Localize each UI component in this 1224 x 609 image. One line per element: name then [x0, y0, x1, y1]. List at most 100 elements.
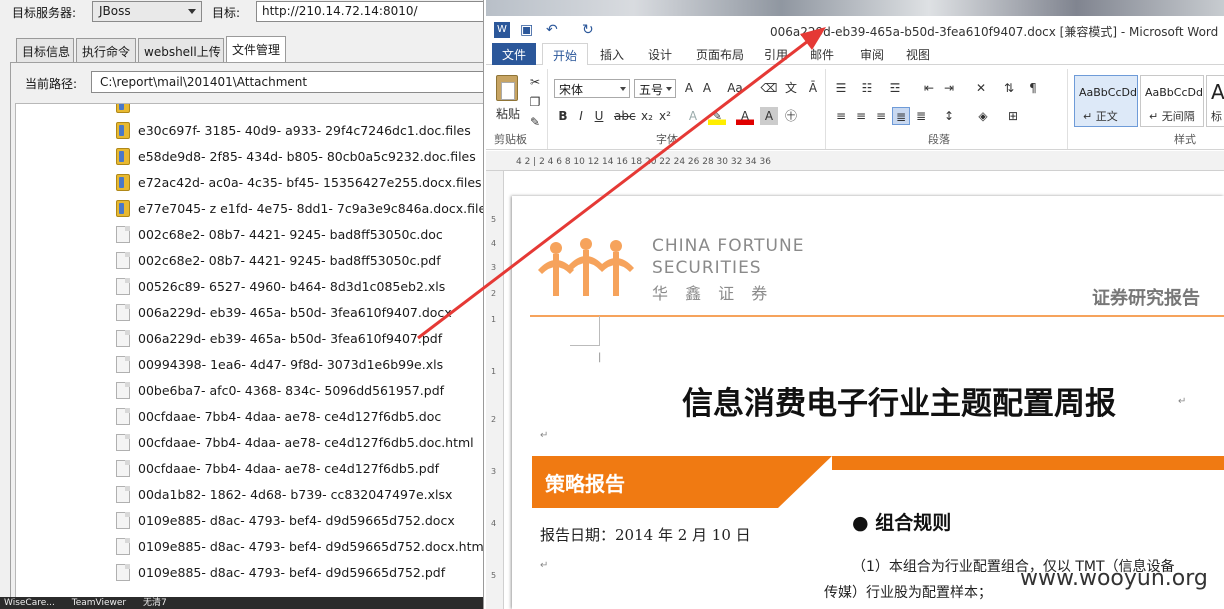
tab-file-manager[interactable]: 文件管理: [226, 36, 286, 62]
file-list-row[interactable]: 00be6ba7- afc0- 4368- 834c- 5096dd561957…: [16, 378, 483, 404]
file-list-row[interactable]: 0109e885- d8ac- 4793- bef4- d9d59665d752…: [16, 534, 483, 560]
file-list-row[interactable]: 002c68e2- 08b7- 4421- 9245- bad8ff53050c…: [16, 248, 483, 274]
file-list-row[interactable]: e72ac42d- ac0a- 4c35- bf45- 15356427e255…: [16, 170, 483, 196]
style-normal[interactable]: AaBbCcDd ↵ 正文: [1074, 75, 1138, 127]
bullets-icon[interactable]: ☰: [832, 79, 850, 97]
file-list-row[interactable]: 002c68e2- 08b7- 4421- 9245- bad8ff53050c…: [16, 222, 483, 248]
document-page[interactable]: CHINA FORTUNE SECURITIES 华 鑫 证 券 证券研究报告 …: [512, 196, 1224, 609]
report-type: 证券研究报告: [1092, 288, 1200, 309]
copy-icon[interactable]: ❐: [526, 93, 544, 111]
current-path-input[interactable]: C:\report\mail\201401\Attachment: [91, 71, 483, 93]
decrease-indent-icon[interactable]: ⇤: [920, 79, 938, 97]
justify-icon[interactable]: ≣: [892, 107, 910, 125]
tab-home[interactable]: 开始: [542, 43, 589, 66]
superscript-icon[interactable]: x²: [656, 107, 674, 125]
paragraph-mark: ↵: [1178, 396, 1187, 407]
horizontal-ruler[interactable]: 4 2 | 2 4 6 8 10 12 14 16 18 20 22 24 26…: [486, 151, 1224, 171]
redo-icon[interactable]: ↻: [582, 22, 594, 38]
chevron-down-icon: [620, 87, 626, 91]
font-size-select[interactable]: 五号: [634, 79, 676, 98]
paste-button[interactable]: 粘贴: [496, 105, 520, 122]
file-list-row[interactable]: 006a229d- eb39- 465a- b50d- 3fea610f9407…: [16, 300, 483, 326]
file-list-row[interactable]: [16, 104, 483, 118]
taskbar-item[interactable]: WiseCare...: [4, 598, 55, 608]
text-effects-icon[interactable]: A: [684, 107, 702, 125]
numbering-icon[interactable]: ☷: [858, 79, 876, 97]
tab-design[interactable]: 设计: [648, 46, 672, 63]
shrink-font-icon[interactable]: A: [698, 79, 716, 97]
chevron-down-icon: [666, 87, 672, 91]
file-icon: [116, 278, 130, 295]
tab-references[interactable]: 引用: [764, 46, 788, 63]
underline-icon[interactable]: U: [590, 107, 608, 125]
file-list-row[interactable]: 00cfdaae- 7bb4- 4daa- ae78- ce4d127f6db5…: [16, 456, 483, 482]
tab-file[interactable]: 文件: [492, 43, 536, 65]
distributed-icon[interactable]: ≣: [912, 107, 930, 125]
tab-review[interactable]: 审阅: [860, 46, 884, 63]
style-no-spacing[interactable]: AaBbCcDd ↵ 无间隔: [1140, 75, 1204, 127]
save-icon[interactable]: ▣: [520, 22, 533, 38]
file-list-row[interactable]: e77e7045- z e1fd- 4e75- 8dd1- 7c9a3e9c84…: [16, 196, 483, 222]
align-left-icon[interactable]: ≡: [832, 107, 850, 125]
vertical-ruler[interactable]: 5 4 3 2 1 1 2 3 4 5: [486, 171, 504, 609]
file-list-row[interactable]: e30c697f- 3185- 40d9- a933- 29f4c7246dc1…: [16, 118, 483, 144]
grow-font-icon[interactable]: A: [680, 79, 698, 97]
file-list-row[interactable]: 00cfdaae- 7bb4- 4daa- ae78- ce4d127f6db5…: [16, 430, 483, 456]
bold-icon[interactable]: B: [554, 107, 572, 125]
subscript-icon[interactable]: x₂: [638, 107, 656, 125]
font-group-label: 字体: [656, 133, 678, 146]
file-list-row[interactable]: 00526c89- 6527- 4960- b464- 8d3d1c085eb2…: [16, 274, 483, 300]
path-label: 当前路径:: [25, 77, 78, 91]
tab-exec-command[interactable]: 执行命令: [76, 38, 136, 62]
multilevel-list-icon[interactable]: ☲: [886, 79, 904, 97]
show-marks-icon[interactable]: ¶: [1024, 79, 1042, 97]
line-spacing-icon[interactable]: ↕: [940, 107, 958, 125]
font-name-select[interactable]: 宋体: [554, 79, 630, 98]
file-icon: [116, 460, 130, 477]
taskbar-item[interactable]: 无清7: [143, 598, 167, 608]
font-name-value: 宋体: [559, 83, 584, 97]
file-list-row[interactable]: 0109e885- d8ac- 4793- bef4- d9d59665d752…: [16, 508, 483, 534]
borders-icon[interactable]: ⊞: [1004, 107, 1022, 125]
phonetic-guide-icon[interactable]: 文: [782, 79, 800, 97]
file-icon: [116, 434, 130, 451]
file-list-row[interactable]: 0109e885- d8ac- 4793- bef4- d9d59665d752…: [16, 560, 483, 586]
increase-indent-icon[interactable]: ⇥: [940, 79, 958, 97]
italic-icon[interactable]: I: [572, 107, 590, 125]
tab-webshell-upload[interactable]: webshell上传: [138, 38, 224, 62]
highlight-icon[interactable]: ✎: [708, 107, 726, 125]
font-color-icon[interactable]: A: [736, 107, 754, 125]
format-painter-icon[interactable]: ✎: [526, 113, 544, 131]
paragraph-mark: ↵: [540, 430, 549, 441]
cut-icon[interactable]: ✂: [526, 73, 544, 91]
file-list-row[interactable]: 00cfdaae- 7bb4- 4daa- ae78- ce4d127f6db5…: [16, 404, 483, 430]
strikethrough-icon[interactable]: abc: [614, 107, 636, 125]
file-name: e58de9d8- 2f85- 434d- b805- 80cb0a5c9232…: [138, 149, 476, 164]
tab-target-info[interactable]: 目标信息: [16, 38, 74, 62]
file-list-row[interactable]: 006a229d- eb39- 465a- b50d- 3fea610f9407…: [16, 326, 483, 352]
file-list-row[interactable]: 00994398- 1ea6- 4d47- 9f8d- 3073d1e6b99e…: [16, 352, 483, 378]
char-shading-icon[interactable]: A: [760, 107, 778, 125]
char-border-icon[interactable]: Ā: [804, 79, 822, 97]
file-list-row[interactable]: e58de9d8- 2f85- 434d- b805- 80cb0a5c9232…: [16, 144, 483, 170]
target-url-input[interactable]: http://210.14.72.14:8010/: [256, 1, 483, 22]
shading-icon[interactable]: ◈: [974, 107, 992, 125]
tab-insert[interactable]: 插入: [600, 46, 624, 63]
style-heading[interactable]: A 标: [1206, 75, 1224, 127]
asian-layout-icon[interactable]: ✕: [972, 79, 990, 97]
server-select[interactable]: JBoss: [92, 1, 202, 22]
tab-mailings[interactable]: 邮件: [810, 46, 834, 63]
tab-view[interactable]: 视图: [906, 46, 930, 63]
clear-format-icon[interactable]: ⌫: [760, 79, 778, 97]
file-list-row[interactable]: 00da1b82- 1862- 4d68- b739- cc832047497e…: [16, 482, 483, 508]
align-center-icon[interactable]: ≡: [852, 107, 870, 125]
undo-icon[interactable]: ↶: [546, 22, 558, 38]
sort-icon[interactable]: ⇅: [1000, 79, 1018, 97]
paste-icon[interactable]: [496, 75, 518, 101]
tab-page-layout[interactable]: 页面布局: [696, 46, 744, 63]
change-case-icon[interactable]: Aa: [726, 79, 744, 97]
taskbar-item[interactable]: TeamViewer: [72, 598, 126, 608]
file-name: 006a229d- eb39- 465a- b50d- 3fea610f9407…: [138, 305, 452, 320]
enclose-char-icon[interactable]: ㊉: [782, 107, 800, 125]
align-right-icon[interactable]: ≡: [872, 107, 890, 125]
